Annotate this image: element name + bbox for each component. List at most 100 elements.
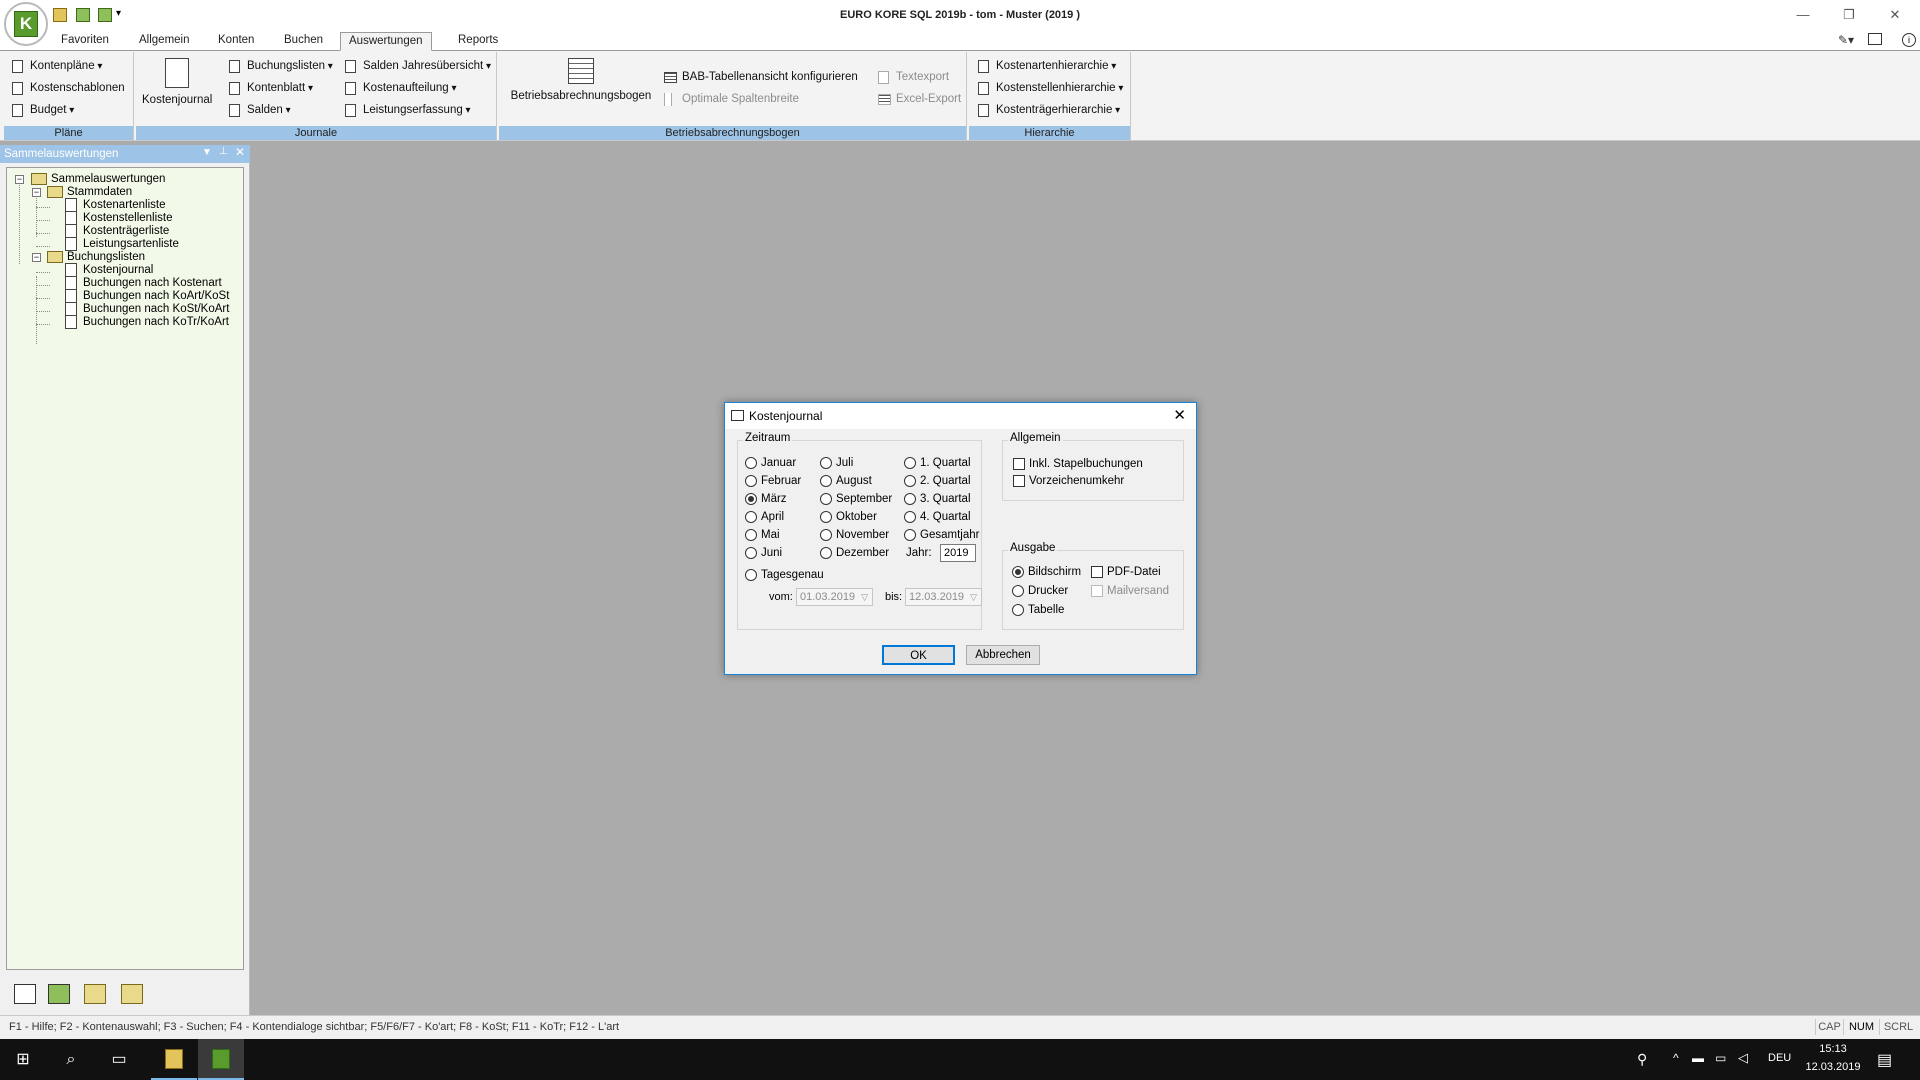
bis-date-picker[interactable]: 12.03.2019 ▽ [905,588,982,606]
kostenartenhierarchie-button[interactable]: Kostenartenhierarchie [978,57,1116,75]
radio-februar[interactable]: Februar [745,473,801,489]
kostentraegerhierarchie-button[interactable]: Kostenträgerhierarchie [978,101,1120,119]
layout-icon[interactable] [1868,33,1882,45]
panel-close-icon[interactable]: ✕ [235,145,245,159]
tab-favoriten[interactable]: Favoriten [53,32,117,51]
checklist-icon[interactable] [14,984,36,1004]
tree-structure-icon[interactable] [48,984,70,1004]
cancel-button[interactable]: Abbrechen [966,645,1040,665]
style-brush-icon[interactable]: ✎▾ [1838,33,1854,47]
table-icon [664,72,677,83]
excel-export-button[interactable]: Excel-Export [878,90,961,108]
collapse-buchungslisten-icon[interactable]: − [32,253,41,262]
tab-reports[interactable]: Reports [450,32,506,51]
info-icon[interactable]: i [1902,33,1916,47]
radio-august[interactable]: August [820,473,872,489]
group-plaene-label: Pläne [4,126,133,140]
checkbox-pdf-datei[interactable]: PDF-Datei [1091,564,1161,580]
bab-configure-button[interactable]: BAB-Tabellenansicht konfigurieren [664,68,858,86]
radio-drucker[interactable]: Drucker [1012,583,1068,599]
radio-juli[interactable]: Juli [820,455,853,471]
radio-oktober[interactable]: Oktober [820,509,877,525]
document-icon [345,82,356,95]
minimize-button[interactable]: — [1780,0,1826,30]
collapse-stammdaten-icon[interactable]: − [32,188,41,197]
kostenaufteilung-button[interactable]: Kostenaufteilung [345,79,457,97]
leistungserfassung-button[interactable]: Leistungserfassung [345,101,471,119]
radio-bildschirm[interactable]: Bildschirm [1012,564,1081,580]
tab-konten[interactable]: Konten [210,32,262,51]
kostenschablonen-button[interactable]: Kostenschablonen [12,79,125,97]
textexport-button[interactable]: Textexport [878,68,949,86]
tree-view[interactable]: − − − Sammelauswertungen Stammdaten Kost… [6,167,244,970]
dialog-close-icon[interactable]: ✕ [1173,406,1186,424]
radio-mai[interactable]: Mai [745,527,780,543]
notifications-icon[interactable]: ▤ [1877,1050,1892,1070]
betriebsabrechnungsbogen-big-button[interactable]: Betriebsabrechnungsbogen [507,58,655,102]
volume-icon[interactable]: ◁ [1738,1050,1748,1066]
kostenstellenhierarchie-button[interactable]: Kostenstellenhierarchie [978,79,1123,97]
collapse-root-icon[interactable]: − [15,175,24,184]
document-icon [12,104,23,117]
num-indicator: NUM [1843,1019,1879,1035]
salden-button[interactable]: Salden [229,101,291,119]
language-indicator[interactable]: DEU [1768,1052,1791,1064]
kontenblatt-button[interactable]: Kontenblatt [229,79,313,97]
clock-date[interactable]: 12.03.2019 [1805,1061,1861,1073]
tab-auswertungen[interactable]: Auswertungen [340,32,432,51]
document-icon [65,224,77,238]
checkbox-mailversand[interactable]: Mailversand [1091,583,1169,599]
optimal-column-width-button[interactable]: Optimale Spaltenbreite [664,90,799,108]
vom-date-picker[interactable]: 01.03.2019 ▽ [796,588,873,606]
app-logo-icon[interactable]: K [4,2,48,46]
open-folder-icon[interactable] [84,984,106,1004]
document-icon [12,60,23,73]
tray-chevron-icon[interactable]: ^ [1673,1051,1679,1065]
radio-dezember[interactable]: Dezember [820,545,889,561]
buchungslisten-button[interactable]: Buchungslisten [229,57,333,75]
battery-icon[interactable]: ▬ [1692,1051,1704,1065]
radio-april[interactable]: April [745,509,784,525]
radio-quartal-4[interactable]: 4. Quartal [904,509,971,525]
tab-buchen[interactable]: Buchen [276,32,331,51]
budget-button[interactable]: Budget [12,101,74,119]
status-bar: F1 - Hilfe; F2 - Kontenauswahl; F3 - Suc… [0,1015,1920,1039]
kontenplaene-button[interactable]: Kontenpläne [12,57,102,75]
jahr-input[interactable]: 2019 [940,544,976,562]
radio-tagesgenau[interactable]: Tagesgenau [745,567,824,583]
radio-tabelle[interactable]: Tabelle [1012,602,1064,618]
radio-gesamtjahr[interactable]: Gesamtjahr [904,527,979,543]
book-icon [731,410,744,421]
checkbox-vorzeichenumkehr[interactable]: Vorzeichenumkehr [1013,473,1124,489]
dialog-titlebar: Kostenjournal [725,403,1196,429]
panel-menu-icon[interactable]: ▼ [202,147,212,158]
document-icon [978,104,989,117]
tree-item[interactable]: Buchungen nach KoTr/KoArt [65,314,229,330]
salden-jahresuebersicht-button[interactable]: Salden Jahresübersicht [345,57,491,75]
radio-quartal-2[interactable]: 2. Quartal [904,473,971,489]
euro-kore-taskbar-icon[interactable] [151,1039,197,1080]
ok-button[interactable]: OK [882,645,955,665]
checkbox-stapelbuchungen[interactable]: Inkl. Stapelbuchungen [1013,456,1143,472]
network-icon[interactable]: ▭ [1715,1051,1726,1065]
people-icon[interactable]: ⚲ [1637,1051,1647,1068]
radio-juni[interactable]: Juni [745,545,782,561]
clock-time[interactable]: 15:13 [1805,1043,1861,1055]
search-icon[interactable]: ⌕ [48,1039,94,1080]
close-button[interactable]: ✕ [1872,0,1918,30]
radio-januar[interactable]: Januar [745,455,796,471]
radio-september[interactable]: September [820,491,892,507]
panel-header: Sammelauswertungen [0,145,250,163]
tab-allgemein[interactable]: Allgemein [131,32,198,51]
kostenjournal-big-button[interactable]: Kostenjournal [142,58,212,106]
radio-november[interactable]: November [820,527,889,543]
folder-icon[interactable] [121,984,143,1004]
panel-pin-icon[interactable]: ⊥ [219,146,228,157]
radio-quartal-3[interactable]: 3. Quartal [904,491,971,507]
radio-maerz[interactable]: März [745,491,787,507]
restore-button[interactable]: ❐ [1826,0,1872,30]
windows-start-icon[interactable]: ⊞ [0,1039,46,1080]
kore-taskbar-icon[interactable] [198,1039,244,1080]
task-view-icon[interactable]: ▭ [96,1039,142,1080]
radio-quartal-1[interactable]: 1. Quartal [904,455,971,471]
